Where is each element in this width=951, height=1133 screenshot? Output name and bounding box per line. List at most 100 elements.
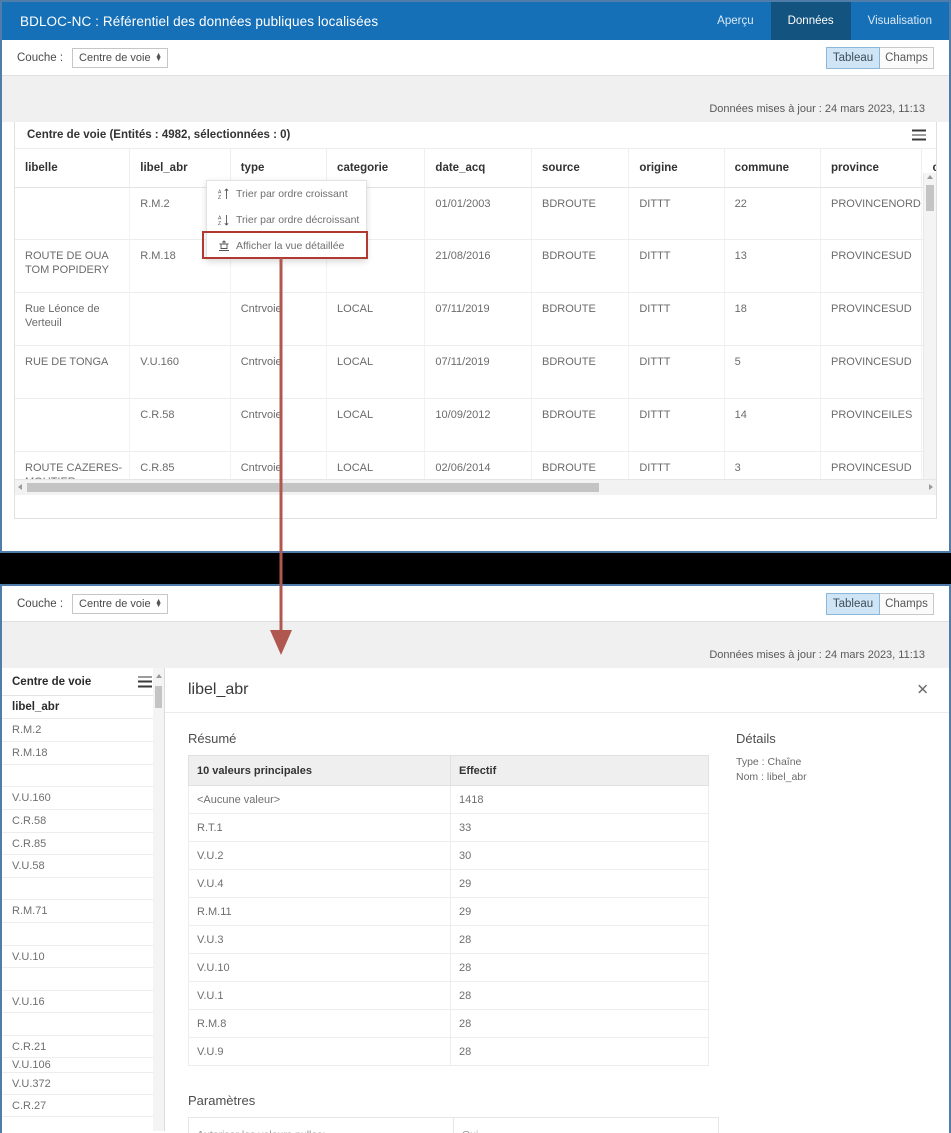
resume-title: Résumé	[188, 731, 237, 746]
resume-count: 28	[450, 1009, 709, 1038]
list-item[interactable]: V.U.16	[2, 991, 164, 1013]
sort-descending-icon: AZ	[216, 214, 231, 226]
col-header-date-acq[interactable]: date_acq	[424, 149, 532, 188]
table-horizontal-scrollbar[interactable]	[15, 479, 936, 495]
table-row: V.U.9 28	[188, 1037, 709, 1066]
table-row: V.U.1 28	[188, 981, 709, 1010]
layer-select-bottom[interactable]: Centre de voie ▲ ▼	[72, 593, 169, 614]
app-header: BDLOC-NC : Référentiel des données publi…	[2, 2, 949, 40]
list-item[interactable]: C.R.27	[2, 1095, 164, 1117]
field-detail-header: libel_abr ✕	[165, 668, 949, 713]
parametres-title: Paramètres	[188, 1093, 256, 1108]
table-row[interactable]: Rue Léonce de Verteuil Cntrvoie LOCAL 07…	[15, 292, 936, 346]
list-item[interactable]: C.R.85	[2, 833, 164, 855]
field-sidebar: Centre de voie libel_abr R.M.2 R.M.18 V.…	[2, 668, 165, 1131]
cell-libelle: ROUTE DE OUA TOM POPIDERY	[15, 239, 131, 293]
list-item[interactable]: V.U.58	[2, 855, 164, 878]
tab-champs[interactable]: Champs	[880, 46, 934, 69]
cell-origine: DITTT	[628, 345, 725, 399]
resume-value: V.U.3	[188, 925, 451, 954]
table-options-menu-icon[interactable]	[912, 129, 926, 141]
hscroll-thumb[interactable]	[27, 483, 599, 492]
table-row[interactable]: RUE DE TONGA V.U.160 Cntrvoie LOCAL 07/1…	[15, 345, 936, 399]
scroll-up-arrow-icon[interactable]	[155, 674, 162, 678]
list-item[interactable]: V.U.160	[2, 787, 164, 810]
col-header-commune[interactable]: commune	[724, 149, 822, 188]
list-item[interactable]: R.M.71	[2, 900, 164, 923]
resume-col-values: 10 valeurs principales	[188, 755, 451, 786]
nav-tab-visualisation[interactable]: Visualisation	[851, 2, 949, 40]
scroll-left-arrow-icon[interactable]	[18, 484, 22, 490]
list-item[interactable]	[2, 878, 164, 900]
scroll-thumb[interactable]	[926, 185, 934, 211]
nav-tab-donnees[interactable]: Données	[770, 2, 851, 40]
sidebar-column-header[interactable]: libel_abr	[2, 696, 164, 719]
list-item[interactable]	[2, 968, 164, 991]
scroll-right-arrow-icon[interactable]	[929, 484, 933, 490]
close-icon[interactable]: ✕	[916, 683, 929, 698]
cell-commune: 22	[724, 187, 822, 240]
col-header-province[interactable]: province	[820, 149, 923, 188]
tab-tableau[interactable]: Tableau	[826, 46, 880, 69]
table-row[interactable]: R.M.2 01/01/2003 BDROUTE DITTT 22 PROVIN…	[15, 187, 936, 240]
list-item[interactable]	[2, 923, 164, 946]
resume-count: 33	[450, 813, 709, 842]
layer-select[interactable]: Centre de voie ▲ ▼	[72, 47, 169, 68]
svg-text:Z: Z	[218, 195, 221, 200]
data-table-window: BDLOC-NC : Référentiel des données publi…	[0, 0, 951, 553]
cell-source: BDROUTE	[531, 345, 630, 399]
cell-categorie: LOCAL	[326, 292, 426, 346]
sidebar-scroll-thumb[interactable]	[155, 686, 162, 708]
cell-categorie: LOCAL	[326, 345, 426, 399]
cell-libelle: RUE DE TONGA	[15, 345, 131, 399]
table-card: Centre de voie (Entités : 4982, sélectio…	[14, 122, 937, 519]
resume-value: V.U.10	[188, 953, 451, 982]
scroll-up-arrow-icon[interactable]	[927, 175, 933, 179]
data-table: libelle libel_abr type categorie date_ac…	[15, 149, 936, 495]
table-row: V.U.4 29	[188, 869, 709, 898]
resume-count: 29	[450, 897, 709, 926]
nav-tab-apercu[interactable]: Aperçu	[700, 2, 770, 40]
tab-tableau-bottom[interactable]: Tableau	[826, 592, 880, 615]
detail-type-line: Type : Chaîne	[736, 756, 802, 768]
cell-date-acq: 21/08/2016	[424, 239, 532, 293]
param-value: Oui	[453, 1117, 719, 1133]
param-label: Autoriser les valeurs nulles:	[188, 1117, 454, 1133]
list-item[interactable]: V.U.372	[2, 1073, 164, 1095]
tab-champs-bottom[interactable]: Champs	[880, 592, 934, 615]
sidebar-options-menu-icon[interactable]	[138, 676, 152, 687]
list-item[interactable]: R.M.2	[2, 719, 164, 742]
table-vertical-scrollbar[interactable]	[923, 173, 936, 495]
list-item[interactable]: R.M.18	[2, 742, 164, 765]
col-header-source[interactable]: source	[531, 149, 630, 188]
col-header-origine[interactable]: origine	[628, 149, 725, 188]
list-item[interactable]: C.R.21	[2, 1036, 164, 1058]
layer-label: Couche :	[17, 51, 64, 64]
parametres-table: Autoriser les valeurs nulles:Oui Modifia…	[188, 1117, 719, 1133]
list-item[interactable]	[2, 1013, 164, 1036]
cell-province: PROVINCESUD	[820, 292, 923, 346]
menu-item-sort-ascending[interactable]: AZ Trier par ordre croissant	[207, 181, 366, 207]
table-row[interactable]: ROUTE DE OUA TOM POPIDERY R.M.18 21/08/2…	[15, 239, 936, 293]
table-row: R.T.1 33	[188, 813, 709, 842]
list-item[interactable]: V.U.10	[2, 946, 164, 968]
resume-value: R.M.8	[188, 1009, 451, 1038]
table-row[interactable]: C.R.58 Cntrvoie LOCAL 10/09/2012 BDROUTE…	[15, 398, 936, 452]
cell-commune: 18	[724, 292, 822, 346]
resume-value: R.T.1	[188, 813, 451, 842]
app-title: BDLOC-NC : Référentiel des données publi…	[20, 13, 379, 29]
list-item[interactable]: C.R.58	[2, 810, 164, 833]
menu-item-sort-descending[interactable]: AZ Trier par ordre décroissant	[207, 207, 366, 233]
col-header-libelle[interactable]: libelle	[15, 149, 131, 188]
cell-date-acq: 07/11/2019	[424, 345, 532, 399]
cell-province: PROVINCESUD	[820, 345, 923, 399]
list-item[interactable]: V.U.106	[2, 1058, 164, 1073]
resume-count: 30	[450, 841, 709, 870]
list-item[interactable]	[2, 765, 164, 787]
table-caption-text: Centre de voie (Entités : 4982, sélectio…	[27, 129, 291, 141]
table-row: V.U.2 30	[188, 841, 709, 870]
sidebar-scrollbar[interactable]	[153, 668, 164, 1131]
cell-origine: DITTT	[628, 239, 725, 293]
resume-header-row: 10 valeurs principales Effectif	[188, 755, 709, 786]
resume-table: 10 valeurs principales Effectif <Aucune …	[188, 755, 709, 1066]
